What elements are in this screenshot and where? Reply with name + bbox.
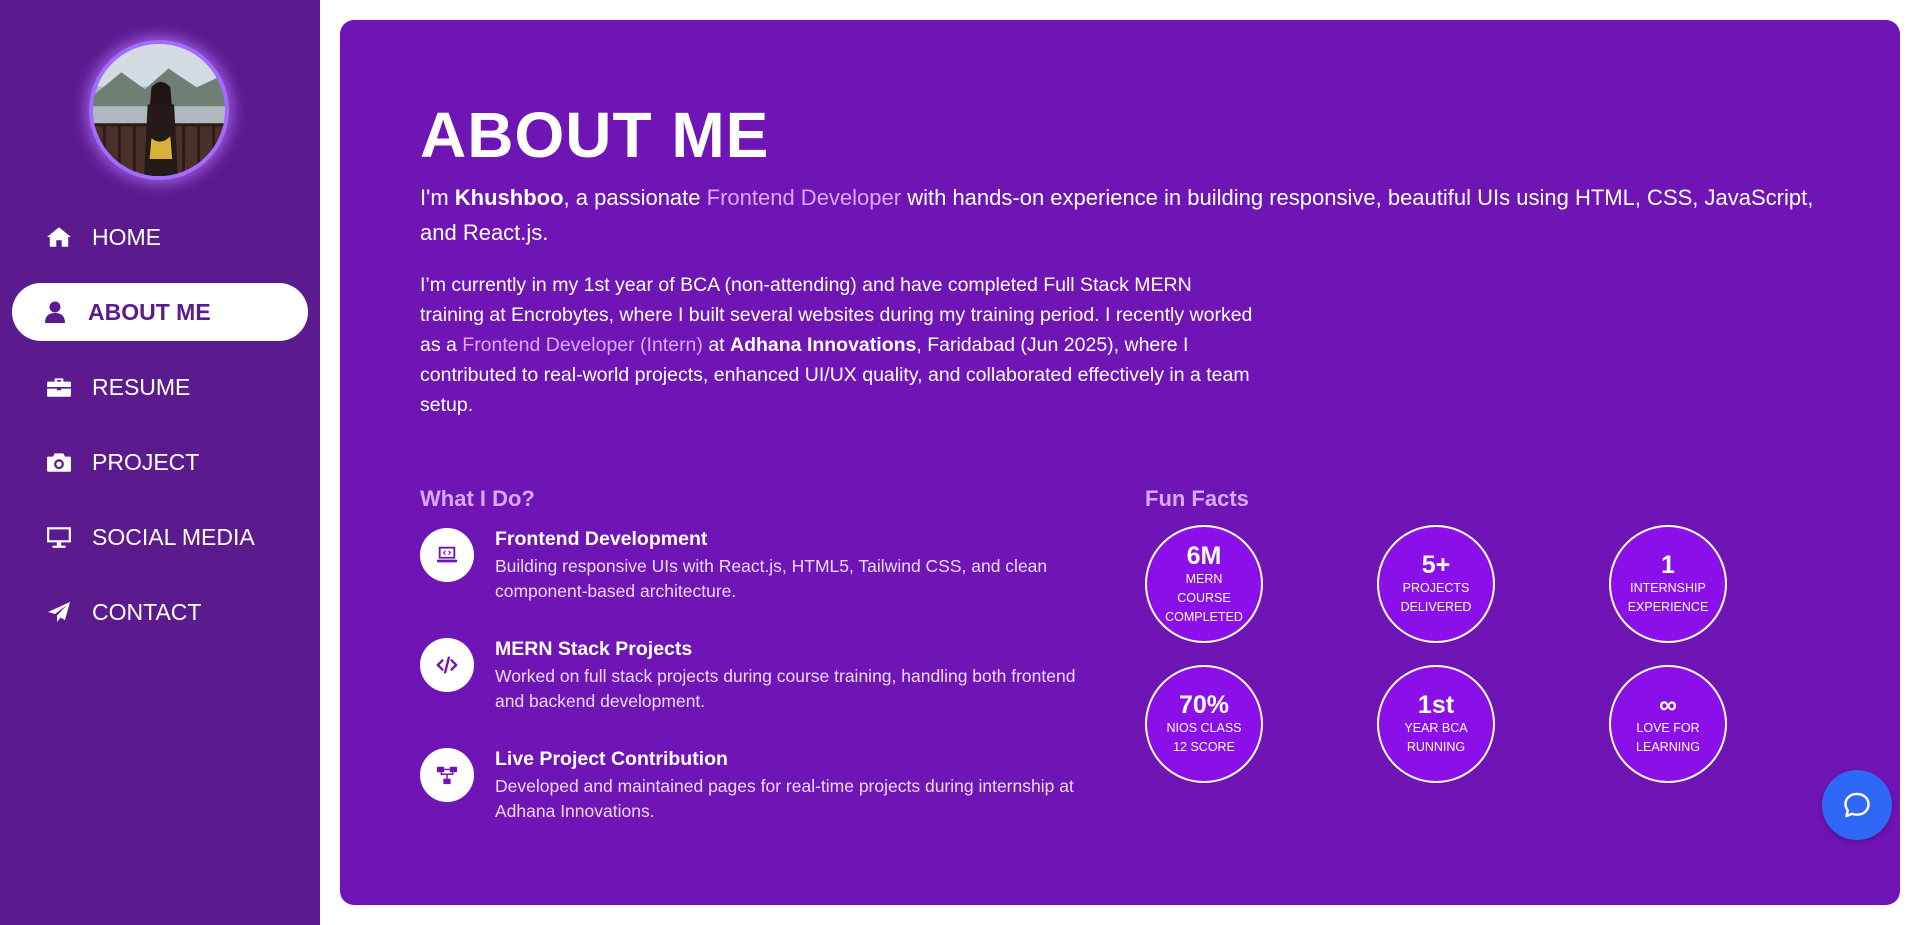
intro-text: I'm Khushboo, a passionate Frontend Deve… <box>420 180 1820 250</box>
laptop-code-icon <box>420 528 474 582</box>
fun-fact: ∞ LOVE FOR LEARNING <box>1609 665 1727 783</box>
sitemap-icon <box>420 748 474 802</box>
briefcase-icon <box>44 375 74 399</box>
intern-role-highlight: Frontend Developer (Intern) <box>462 334 703 356</box>
author-name: Khushboo <box>454 185 564 210</box>
bio-paragraph: I’m currently in my 1st year of BCA (non… <box>420 270 1260 420</box>
skill-item: Frontend Development Building responsive… <box>420 528 1120 604</box>
fact-label: INTERNSHIP EXPERIENCE <box>1627 581 1709 614</box>
fact-label: YEAR BCA RUNNING <box>1404 721 1468 754</box>
skill-text: Frontend Development Building responsive… <box>495 528 1095 604</box>
fact-label: PROJECTS DELIVERED <box>1400 581 1472 614</box>
fact-number: 6M <box>1186 541 1222 570</box>
skill-title: Frontend Development <box>495 528 708 550</box>
about-section: ABOUT ME I'm Khushboo, a passionate Fron… <box>340 20 1900 905</box>
fun-facts-heading: Fun Facts <box>1145 486 1249 511</box>
skill-description: Building responsive UIs with React.js, H… <box>495 556 1048 601</box>
code-icon <box>420 638 474 692</box>
skill-text: MERN Stack Projects Worked on full stack… <box>495 638 1095 714</box>
nav-social-media-label: SOCIAL MEDIA <box>92 523 255 550</box>
nav-project-label: PROJECT <box>92 448 200 475</box>
nav-contact-label: CONTACT <box>92 598 202 625</box>
what-i-do-heading: What I Do? <box>420 486 535 511</box>
nav-home[interactable]: HOME <box>12 208 308 266</box>
fun-fact: 1 INTERNSHIP EXPERIENCE <box>1609 525 1727 643</box>
nav-project[interactable]: PROJECT <box>12 433 308 491</box>
fun-fact: 5+ PROJECTS DELIVERED <box>1377 525 1495 643</box>
sidebar: HOME ABOUT ME RESUME PROJECT SOCIAL MEDI… <box>0 0 320 925</box>
fact-label: MERN COURSE COMPLETED <box>1165 571 1243 624</box>
fun-fact: 1st YEAR BCA RUNNING <box>1377 665 1495 783</box>
fun-fact: 6M MERN COURSE COMPLETED <box>1145 525 1263 643</box>
skill-description: Developed and maintained pages for real-… <box>495 776 1074 821</box>
skill-item: Live Project Contribution Developed and … <box>420 748 1120 824</box>
nav-contact[interactable]: CONTACT <box>12 583 308 641</box>
skill-title: Live Project Contribution <box>495 748 728 770</box>
nav-about-me-label: ABOUT ME <box>88 298 211 325</box>
fact-number: ∞ <box>1659 691 1677 719</box>
fact-number: 70% <box>1178 691 1230 719</box>
skill-description: Worked on full stack projects during cou… <box>495 666 1076 711</box>
fun-fact: 70% NIOS CLASS 12 SCORE <box>1145 665 1263 783</box>
paper-plane-icon <box>44 600 74 624</box>
fact-number: 1 <box>1661 551 1675 579</box>
nav-resume-label: RESUME <box>92 373 191 400</box>
main-nav: HOME ABOUT ME RESUME PROJECT SOCIAL MEDI… <box>12 208 308 658</box>
skill-item: MERN Stack Projects Worked on full stack… <box>420 638 1120 714</box>
nav-home-label: HOME <box>92 223 161 250</box>
fact-number: 1st <box>1417 691 1455 719</box>
home-icon <box>44 225 74 249</box>
nav-about-me[interactable]: ABOUT ME <box>12 283 308 341</box>
intro-text-part: I'm <box>420 185 455 210</box>
user-icon <box>40 300 70 324</box>
monitor-icon <box>44 525 74 549</box>
chat-button[interactable] <box>1822 770 1892 840</box>
fact-label: NIOS CLASS 12 SCORE <box>1166 721 1242 754</box>
camera-icon <box>44 450 74 474</box>
role-highlight: Frontend Developer <box>706 185 902 210</box>
fact-label: LOVE FOR LEARNING <box>1636 721 1700 754</box>
nav-social-media[interactable]: SOCIAL MEDIA <box>12 508 308 566</box>
profile-avatar <box>89 40 229 180</box>
page-title: ABOUT ME <box>420 99 770 171</box>
skill-text: Live Project Contribution Developed and … <box>495 748 1095 824</box>
fact-number: 5+ <box>1421 551 1451 579</box>
bio-text-part: at <box>702 334 731 356</box>
skill-title: MERN Stack Projects <box>495 638 693 660</box>
company-name: Adhana Innovations <box>730 334 917 356</box>
chat-bubble-icon <box>1844 792 1870 818</box>
intro-text-part: , a passionate <box>563 185 707 210</box>
nav-resume[interactable]: RESUME <box>12 358 308 416</box>
